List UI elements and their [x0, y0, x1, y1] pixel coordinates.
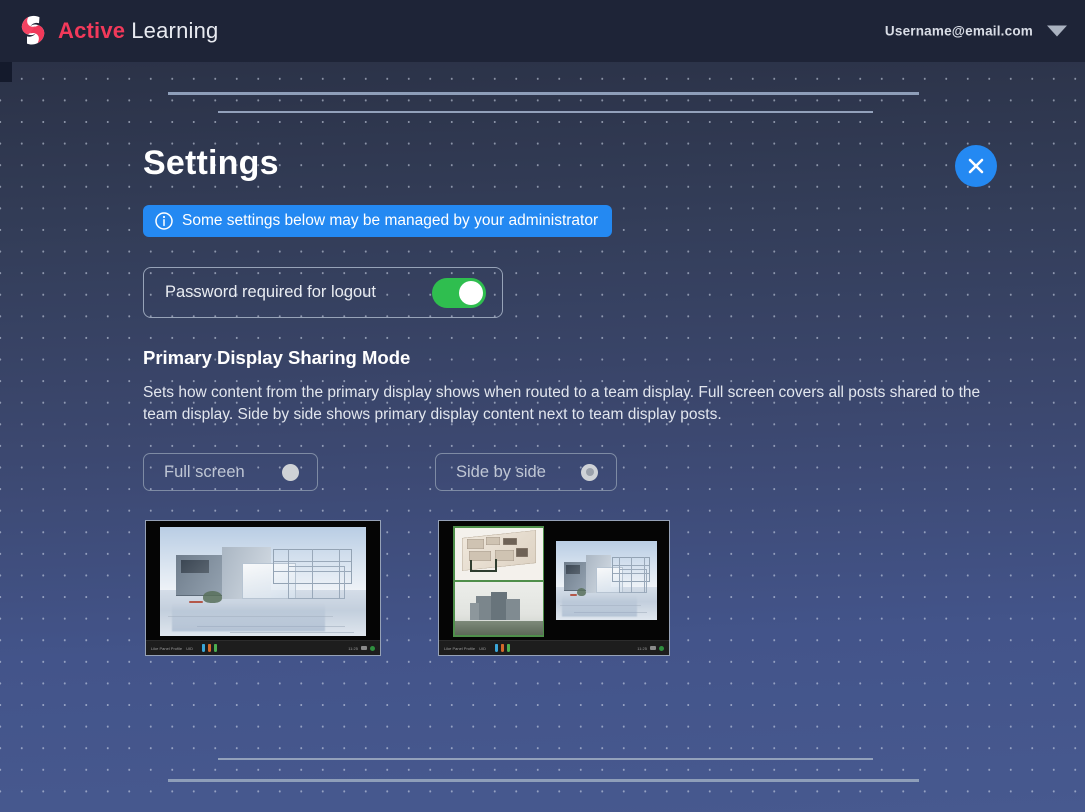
- preview-post-primary: [160, 527, 366, 636]
- status-dot-icon: [370, 645, 375, 651]
- password-required-toggle[interactable]: [432, 277, 486, 308]
- pin-icon-orange: [208, 644, 212, 652]
- architectural-render-image: [556, 541, 657, 620]
- preview-post-sketch: [454, 582, 543, 635]
- pin-icon-green: [507, 644, 511, 652]
- full-screen-preview[interactable]: Like Panel Profile UID 11:25: [145, 520, 381, 656]
- preview-status-id: UID: [186, 645, 194, 651]
- app-header: Active Learning Username@email.com: [0, 0, 1085, 62]
- preview-team-posts-group: [453, 526, 544, 637]
- password-required-label: Password required for logout: [165, 283, 376, 301]
- pin-icon-green: [214, 644, 218, 652]
- preview-status-right: 11:25: [637, 645, 664, 651]
- close-x-icon: [968, 158, 984, 174]
- admin-notice-banner: Some settings below may be managed by yo…: [143, 205, 613, 237]
- settings-backdrop: Settings Some settings below may be mana…: [0, 62, 1085, 812]
- toggle-knob: [459, 280, 483, 305]
- floorplan-image: [454, 527, 543, 580]
- spiral-s-logo-icon: [18, 14, 48, 48]
- sharing-mode-heading: Primary Display Sharing Mode: [143, 347, 411, 368]
- option-full-screen[interactable]: Full screen: [143, 453, 318, 491]
- preview-status-time: 11:25: [637, 645, 647, 651]
- preview-screen-area: [146, 521, 380, 640]
- preview-status-right: 11:25: [348, 645, 375, 651]
- pin-icon-orange: [501, 644, 505, 652]
- application-window: Active Learning Username@email.com Settin…: [0, 0, 1085, 812]
- chevron-down-icon[interactable]: [1047, 25, 1067, 37]
- decorative-line-bottom-thick: [168, 779, 919, 782]
- brand-title-primary: Active: [58, 18, 126, 43]
- preview-status-bar: Like Panel Profile UID 11:25: [439, 640, 669, 655]
- brand-title-secondary: Learning: [131, 18, 219, 43]
- status-dot-icon: [659, 645, 664, 651]
- preview-status-left: Like Panel Profile: [444, 645, 476, 651]
- option-side-by-side-label: Side by side: [456, 462, 546, 481]
- info-circle-icon: [155, 212, 173, 230]
- preview-status-left: Like Panel Profile: [151, 645, 183, 651]
- decorative-line-bottom-thin: [218, 758, 873, 760]
- sharing-mode-description: Sets how content from the primary displa…: [143, 384, 981, 423]
- battery-icon: [650, 646, 656, 650]
- preview-post-primary: [556, 541, 657, 620]
- radio-full-screen[interactable]: [282, 463, 299, 481]
- page-title: Settings: [143, 144, 279, 182]
- decorative-line-top-thick: [168, 92, 919, 95]
- pin-icon-blue: [495, 644, 499, 652]
- preview-status-id: UID: [479, 645, 487, 651]
- pin-icon-blue: [202, 644, 206, 652]
- preview-post-floorplan: [454, 527, 543, 580]
- password-required-setting-row: Password required for logout: [143, 267, 503, 318]
- architectural-render-image: [160, 527, 366, 636]
- radio-side-by-side[interactable]: [581, 463, 598, 481]
- preview-screen-area: [439, 521, 669, 640]
- preview-status-pins: [495, 644, 511, 652]
- decorative-line-top-thin: [218, 111, 873, 113]
- preview-status-time: 11:25: [348, 645, 358, 651]
- brand-title: Active Learning: [58, 18, 218, 44]
- building-sketch-image: [454, 582, 543, 635]
- option-full-screen-label: Full screen: [164, 462, 245, 481]
- left-edge-shadow: [0, 62, 12, 82]
- side-by-side-preview[interactable]: Like Panel Profile UID 11:25: [438, 520, 670, 656]
- account-menu[interactable]: Username@email.com: [885, 24, 1067, 39]
- brand-logo[interactable]: Active Learning: [18, 14, 218, 48]
- option-side-by-side[interactable]: Side by side: [435, 453, 617, 491]
- preview-status-bar: Like Panel Profile UID 11:25: [146, 640, 380, 655]
- preview-status-pins: [202, 644, 218, 652]
- battery-icon: [361, 646, 367, 650]
- close-button[interactable]: [955, 145, 997, 187]
- account-email-label: Username@email.com: [884, 23, 1033, 39]
- admin-notice-text: Some settings below may be managed by yo…: [182, 212, 599, 229]
